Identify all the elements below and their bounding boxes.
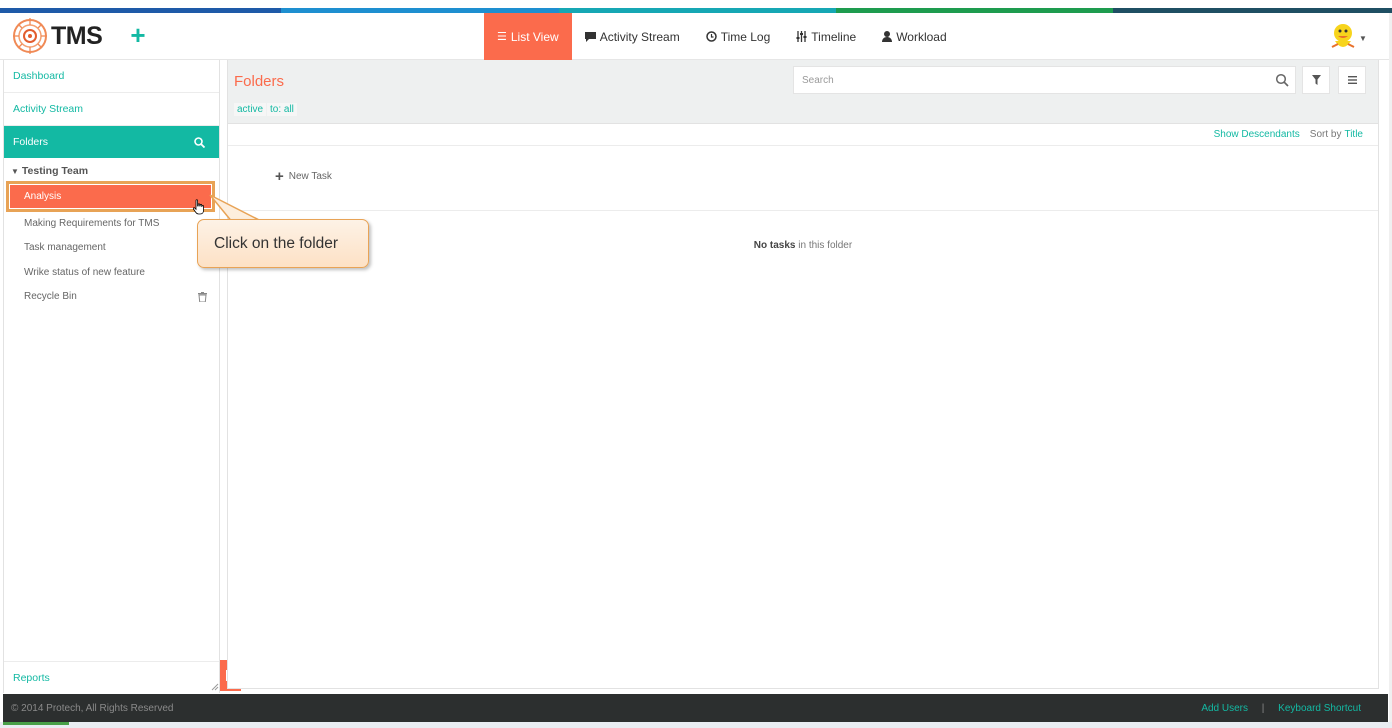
caret-down-icon[interactable]: ▼ — [11, 167, 19, 176]
tab-workload-label: Workload — [896, 29, 947, 44]
folder-tree-root[interactable]: ▼ Testing Team — [4, 159, 219, 183]
top-color-bar — [0, 0, 1392, 13]
new-task-button[interactable]: + New Task — [275, 167, 332, 185]
tab-list-view[interactable]: ☰ List View — [484, 13, 572, 60]
tutorial-callout-text: Click on the folder — [214, 234, 339, 252]
tutorial-callout: Click on the folder — [197, 219, 369, 268]
tab-activity-stream[interactable]: Activity Stream — [572, 13, 693, 60]
footer-separator: | — [1261, 702, 1265, 714]
resize-grip-icon[interactable] — [211, 683, 219, 691]
search-box — [793, 66, 1296, 94]
recycle-bin-label: Recycle Bin — [24, 291, 77, 303]
hamburger-icon — [1347, 76, 1357, 84]
plus-icon: + — [275, 167, 284, 185]
app-header: TMS + ☰ List View Activity Stream Time L… — [0, 13, 1392, 60]
main-header: Folders active to: all — [228, 60, 1378, 124]
add-users-link[interactable]: Add Users — [1201, 703, 1248, 714]
add-new-button[interactable]: + — [127, 22, 149, 48]
filter-button[interactable] — [1302, 66, 1330, 94]
list-icon: ☰ — [497, 31, 507, 43]
user-avatar[interactable] — [1330, 23, 1356, 51]
search-input[interactable] — [794, 67, 1254, 93]
sidebar-item-dashboard[interactable]: Dashboard — [4, 60, 219, 93]
bottom-strip — [0, 722, 1392, 728]
search-icon[interactable] — [194, 136, 205, 148]
trash-icon — [198, 291, 207, 302]
sidebar-item-folders[interactable]: Folders — [4, 126, 219, 158]
tab-time-log[interactable]: Time Log — [693, 13, 784, 60]
page-title: Folders — [234, 73, 285, 90]
folder-recycle-bin[interactable]: Recycle Bin — [4, 285, 219, 310]
comment-icon — [584, 31, 596, 42]
app-logo[interactable]: TMS — [12, 17, 103, 55]
filter-icon — [1311, 75, 1321, 85]
filter-tag-to-all[interactable]: to: all — [267, 103, 297, 116]
folder-wrike-status[interactable]: Wrike status of new feature — [4, 260, 219, 285]
sidebar-folders-label: Folders — [13, 136, 49, 148]
empty-state-bold: No tasks — [753, 240, 796, 251]
sort-bar: Show Descendants Sort by Title — [228, 124, 1378, 146]
app-footer: © 2014 Protech, All Rights Reserved Add … — [3, 694, 1388, 722]
sliders-icon — [796, 31, 807, 42]
filter-tag-active[interactable]: active — [234, 103, 267, 116]
hand-cursor-icon — [193, 199, 204, 215]
main-panel: Folders active to: all Show Descendants … — [227, 60, 1379, 689]
folder-task-management[interactable]: Task management — [4, 236, 219, 261]
user-icon — [882, 31, 893, 42]
tab-time-log-label: Time Log — [720, 29, 771, 44]
tab-list-view-label: List View — [510, 29, 559, 44]
tab-activity-stream-label: Activity Stream — [599, 29, 680, 44]
empty-state-message: No tasks in this folder — [228, 240, 1378, 251]
copyright-text: © 2014 Protech, All Rights Reserved — [11, 702, 174, 714]
footer-links: Add Users | Keyboard Shortcut — [1201, 703, 1361, 714]
logo-text: TMS — [51, 21, 103, 50]
sort-label: Sort by — [1309, 129, 1342, 140]
tab-timeline[interactable]: Timeline — [783, 13, 869, 60]
logo-emblem-icon — [13, 18, 47, 54]
sort-field-link[interactable]: Title — [1344, 129, 1363, 140]
tab-timeline-label: Timeline — [811, 29, 857, 44]
folder-tree-root-label: Testing Team — [21, 165, 89, 177]
folder-analysis[interactable]: Analysis — [6, 181, 215, 212]
clock-icon — [705, 31, 717, 42]
sidebar: Dashboard Activity Stream Folders ▼ Test… — [3, 60, 220, 693]
show-descendants-link[interactable]: Show Descendants — [1214, 129, 1300, 140]
view-nav: ☰ List View Activity Stream Time Log Tim… — [484, 13, 960, 60]
new-task-label: New Task — [288, 171, 332, 182]
menu-button[interactable] — [1338, 66, 1366, 94]
avatar-dropdown-icon[interactable]: ▼ — [1359, 34, 1367, 43]
sidebar-item-reports[interactable]: Reports — [4, 661, 219, 693]
sidebar-item-activity-stream[interactable]: Activity Stream — [4, 93, 219, 126]
keyboard-shortcut-link[interactable]: Keyboard Shortcut — [1278, 703, 1361, 714]
empty-state-rest: in this folder — [795, 240, 853, 251]
search-icon[interactable] — [1275, 73, 1289, 87]
new-task-row: + New Task — [228, 146, 1378, 211]
folder-making-requirements[interactable]: Making Requirements for TMS — [4, 211, 219, 236]
tab-workload[interactable]: Workload — [869, 13, 959, 60]
